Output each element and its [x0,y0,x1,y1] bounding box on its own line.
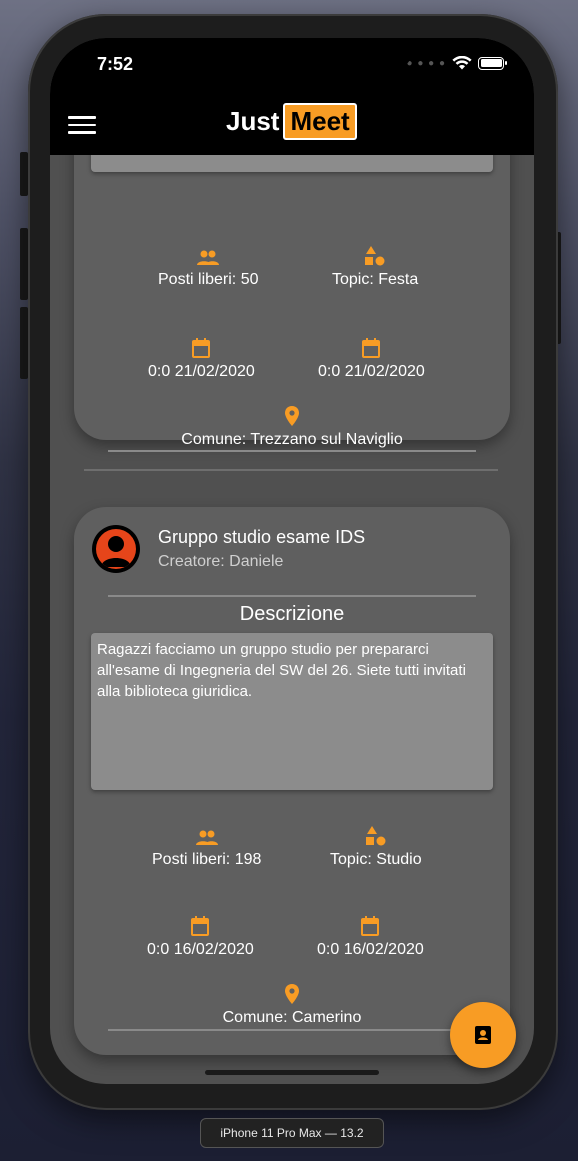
hamburger-menu-icon[interactable] [68,116,96,138]
logo-meet-badge: Meet [283,103,357,140]
posti-liberi-info: Posti liberi: 198 [152,829,261,869]
end-date-info: 0:0 21/02/2020 [318,337,425,381]
comune-info: Comune: Trezzano sul Naviglio [74,405,510,449]
status-icons: ● ● ● ● [406,56,507,70]
header-divider [108,595,476,597]
phone-volume-down-button [20,307,28,379]
description-box: Ragazzi facciamo un gruppo studio per pr… [91,633,493,790]
simulator-device-label: iPhone 11 Pro Max — 13.2 [200,1118,384,1148]
start-date-label: 0:0 16/02/2020 [147,941,254,958]
calendar-icon [191,916,210,936]
phone-screen: 7:52 ● ● ● ● Just Meet Posti liberi: 50 … [50,38,534,1084]
topic-info: Topic: Studio [330,825,422,869]
posti-liberi-info: Posti liberi: 50 [158,249,259,289]
posti-liberi-label: Posti liberi: 50 [158,271,259,288]
description-box [91,155,493,172]
start-date-info: 0:0 21/02/2020 [148,337,255,381]
comune-label: Comune: Trezzano sul Naviglio [181,431,403,448]
calendar-icon [361,916,380,936]
battery-icon [478,56,507,70]
contact-fab-button[interactable] [450,1002,516,1068]
app-bar: Just Meet [50,98,534,155]
event-card[interactable]: Gruppo studio esame IDS Creatore: Daniel… [74,507,510,1055]
status-bar: 7:52 ● ● ● ● [50,38,534,98]
location-pin-icon [285,406,299,426]
description-text: Ragazzi facciamo un gruppo studio per pr… [97,641,466,700]
home-indicator[interactable] [205,1070,379,1075]
wifi-icon [452,56,472,70]
notch [170,38,414,72]
event-creator: Creatore: Daniele [158,553,284,570]
topic-label: Topic: Studio [330,851,422,868]
creator-avatar [92,525,140,573]
posti-liberi-label: Posti liberi: 198 [152,851,262,868]
comune-info: Comune: Camerino [74,983,510,1027]
start-date-label: 0:0 21/02/2020 [148,363,255,380]
category-icon [365,826,386,846]
card-bottom-divider [108,450,476,452]
event-list: Posti liberi: 50 Topic: Festa 0:0 21/02/… [50,155,534,1084]
calendar-icon [362,338,381,358]
comune-label: Comune: Camerino [222,1009,362,1026]
signal-dots-icon: ● ● ● ● [406,57,446,69]
calendar-icon [192,338,211,358]
topic-label: Topic: Festa [332,271,419,288]
card-bottom-divider [108,1029,476,1031]
app-logo: Just Meet [226,103,357,140]
person-icon [101,536,131,567]
event-card[interactable]: Posti liberi: 50 Topic: Festa 0:0 21/02/… [74,155,510,452]
contact-card-icon [475,1026,491,1044]
topic-info: Topic: Festa [332,245,418,289]
status-time: 7:52 [97,54,134,74]
people-icon [195,830,218,845]
phone-frame: 7:52 ● ● ● ● Just Meet Posti liberi: 50 … [28,14,558,1110]
end-date-info: 0:0 16/02/2020 [317,915,424,959]
start-date-info: 0:0 16/02/2020 [147,915,254,959]
people-icon [197,250,220,265]
phone-silent-switch [20,152,28,196]
phone-volume-up-button [20,228,28,300]
end-date-label: 0:0 21/02/2020 [318,363,425,380]
location-pin-icon [285,984,299,1004]
list-separator [84,469,498,471]
end-date-label: 0:0 16/02/2020 [317,941,424,958]
description-heading: Descrizione [239,603,345,625]
event-title: Gruppo studio esame IDS [158,527,366,547]
category-icon [365,246,385,266]
logo-just-text: Just [226,106,280,136]
